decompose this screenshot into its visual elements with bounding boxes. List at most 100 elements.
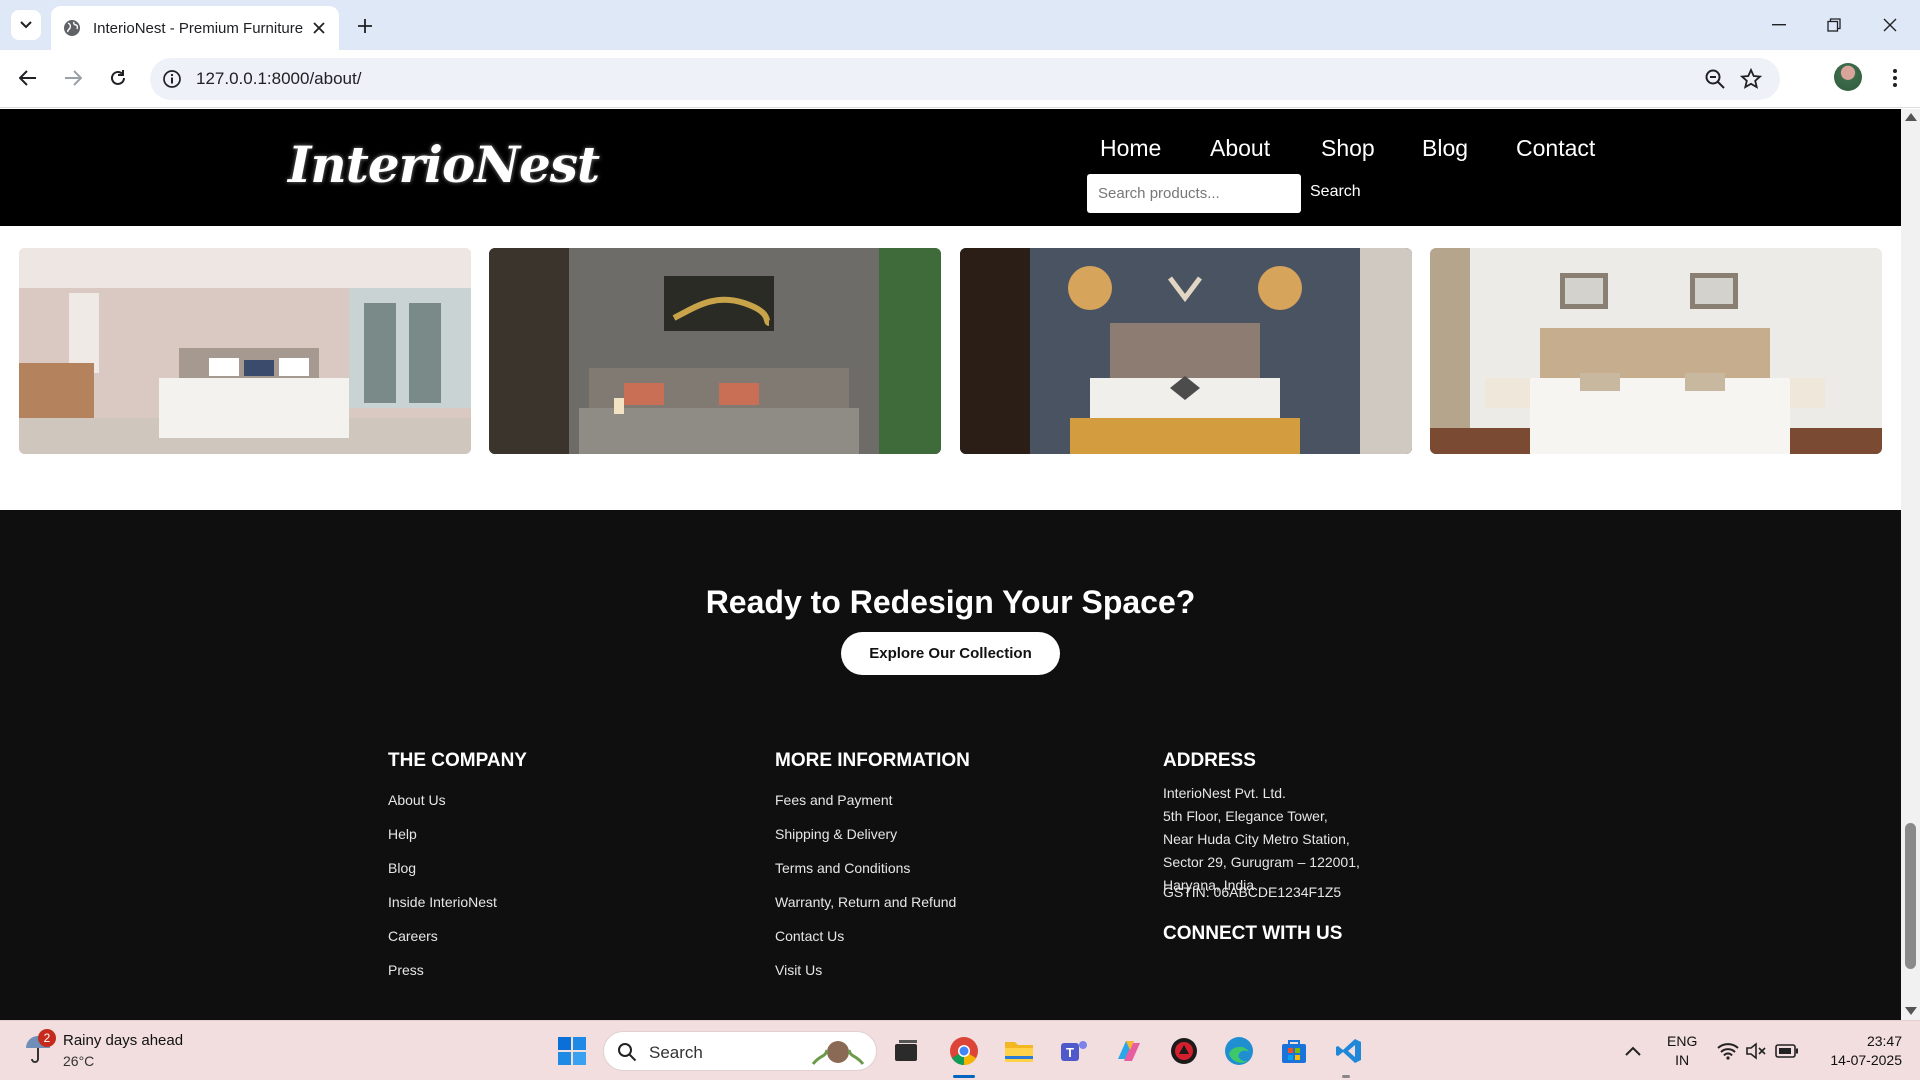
reload-button[interactable]: [101, 61, 135, 95]
taskbar-store[interactable]: [1274, 1031, 1314, 1071]
bedroom-photo-4: [1430, 248, 1882, 454]
page-scrollbar[interactable]: [1901, 109, 1920, 1020]
language-indicator[interactable]: ENG IN: [1667, 1032, 1697, 1070]
back-button[interactable]: [11, 61, 45, 95]
taskbar-search[interactable]: Search: [603, 1031, 877, 1071]
scrollbar-thumb[interactable]: [1905, 823, 1916, 969]
restore-icon: [1827, 18, 1841, 32]
store-icon: [1282, 1040, 1306, 1063]
taskbar: 2 Rainy days ahead 26°C Search T ENG IN …: [0, 1020, 1920, 1080]
taskbar-search-label: Search: [649, 1043, 703, 1062]
forward-button[interactable]: [56, 61, 90, 95]
bedroom-photo-1: [19, 248, 471, 454]
footer-address: InterioNest Pvt. Ltd. 5th Floor, Eleganc…: [1163, 782, 1360, 897]
chrome-icon: [950, 1037, 978, 1065]
more-vertical-icon: [1893, 69, 1897, 87]
page-viewport: InterioNest Home About Shop Blog Contact…: [0, 109, 1901, 1020]
browser-tab-active[interactable]: InterioNest - Premium Furniture: [51, 6, 339, 50]
gallery-image-1: [19, 248, 471, 454]
reload-icon: [111, 70, 125, 85]
address-bar[interactable]: 127.0.0.1:8000/about/: [150, 58, 1780, 100]
search-icon: [618, 1043, 637, 1062]
address-line: Sector 29, Gurugram – 122001,: [1163, 854, 1360, 870]
address-line: 5th Floor, Elegance Tower,: [1163, 808, 1328, 824]
footer-section: Ready to Redesign Your Space? Explore Ou…: [0, 510, 1901, 1020]
taskbar-app-red[interactable]: [1164, 1031, 1204, 1071]
nav-contact[interactable]: Contact: [1516, 135, 1595, 162]
svg-text:T: T: [1066, 1045, 1074, 1060]
teams-icon: T: [1061, 1041, 1087, 1061]
gallery-image-4: [1430, 248, 1882, 454]
cta-title: Ready to Redesign Your Space?: [705, 584, 1196, 620]
close-icon: [1883, 18, 1897, 32]
taskbar-vscode[interactable]: [1329, 1031, 1369, 1071]
battery-button[interactable]: [1767, 1031, 1807, 1071]
chevron-up-icon: [1625, 1046, 1641, 1056]
product-search-input[interactable]: [1087, 174, 1301, 213]
start-button[interactable]: [552, 1031, 592, 1071]
browser-menu-button[interactable]: [1880, 61, 1910, 95]
address-line: Near Huda City Metro Station,: [1163, 831, 1350, 847]
arrow-left-icon: [19, 70, 36, 86]
edge-icon: [1225, 1037, 1253, 1065]
taskbar-teams[interactable]: T: [1054, 1031, 1094, 1071]
footer-info-heading: MORE INFORMATION: [775, 750, 970, 771]
url-text: 127.0.0.1:8000/about/: [196, 69, 362, 88]
footer-link-help[interactable]: Help: [388, 826, 417, 842]
nav-home[interactable]: Home: [1100, 135, 1161, 162]
explore-collection-button[interactable]: Explore Our Collection: [841, 632, 1060, 675]
volume-muted-icon: [1746, 1042, 1766, 1060]
search-highlight-icon: [811, 1041, 865, 1065]
nav-blog[interactable]: Blog: [1422, 135, 1468, 162]
new-tab-button[interactable]: [350, 11, 380, 41]
tab-search-button[interactable]: [11, 10, 41, 40]
bedroom-photo-2: [489, 248, 941, 454]
arrow-right-icon: [65, 70, 82, 86]
system-clock[interactable]: 23:47 14-07-2025: [1812, 1032, 1902, 1070]
taskbar-task-view[interactable]: [886, 1031, 926, 1071]
footer-link-about-us[interactable]: About Us: [388, 792, 446, 808]
footer-link-warranty[interactable]: Warranty, Return and Refund: [775, 894, 956, 910]
nav-shop[interactable]: Shop: [1321, 135, 1375, 162]
footer-link-inside[interactable]: Inside InterioNest: [388, 894, 497, 910]
footer-link-visit[interactable]: Visit Us: [775, 962, 822, 978]
footer-link-shipping[interactable]: Shipping & Delivery: [775, 826, 897, 842]
scroll-up-arrow-icon[interactable]: [1905, 113, 1917, 121]
chrome-active-indicator: [953, 1075, 975, 1078]
footer-link-blog[interactable]: Blog: [388, 860, 416, 876]
taskbar-file-explorer[interactable]: [999, 1031, 1039, 1071]
zoom-icon[interactable]: [1704, 68, 1726, 90]
battery-icon: [1775, 1044, 1798, 1058]
tray-overflow-button[interactable]: [1613, 1031, 1653, 1071]
bedroom-photo-3: [960, 248, 1412, 454]
footer-link-press[interactable]: Press: [388, 962, 424, 978]
address-line: InterioNest Pvt. Ltd.: [1163, 785, 1286, 801]
nav-about[interactable]: About: [1210, 135, 1270, 162]
taskbar-edge[interactable]: [1219, 1031, 1259, 1071]
search-button[interactable]: Search: [1310, 183, 1361, 201]
minimize-button[interactable]: [1751, 0, 1807, 50]
site-info-icon[interactable]: [162, 69, 182, 89]
footer-link-careers[interactable]: Careers: [388, 928, 438, 944]
profile-avatar[interactable]: [1834, 63, 1862, 91]
window-close-button[interactable]: [1862, 0, 1918, 50]
tab-close-button[interactable]: [309, 18, 329, 38]
footer-link-contact[interactable]: Contact Us: [775, 928, 844, 944]
taskbar-copilot[interactable]: [1109, 1031, 1149, 1071]
scroll-down-arrow-icon[interactable]: [1905, 1007, 1917, 1015]
weather-temperature: 26°C: [63, 1053, 95, 1069]
weather-text[interactable]: Rainy days ahead: [63, 1032, 183, 1049]
windows-logo-icon: [558, 1037, 586, 1065]
language-region: IN: [1675, 1052, 1690, 1068]
vscode-running-indicator: [1342, 1075, 1350, 1078]
site-header: InterioNest Home About Shop Blog Contact…: [0, 109, 1901, 226]
footer-link-terms[interactable]: Terms and Conditions: [775, 860, 910, 876]
taskbar-chrome[interactable]: [944, 1031, 984, 1071]
site-logo[interactable]: InterioNest: [288, 135, 600, 194]
footer-link-fees[interactable]: Fees and Payment: [775, 792, 893, 808]
language-code: ENG: [1667, 1033, 1698, 1049]
restore-button[interactable]: [1806, 0, 1862, 50]
clock-time: 23:47: [1866, 1033, 1902, 1049]
tab-title: InterioNest - Premium Furniture: [93, 19, 303, 37]
bookmark-star-icon[interactable]: [1740, 68, 1762, 90]
